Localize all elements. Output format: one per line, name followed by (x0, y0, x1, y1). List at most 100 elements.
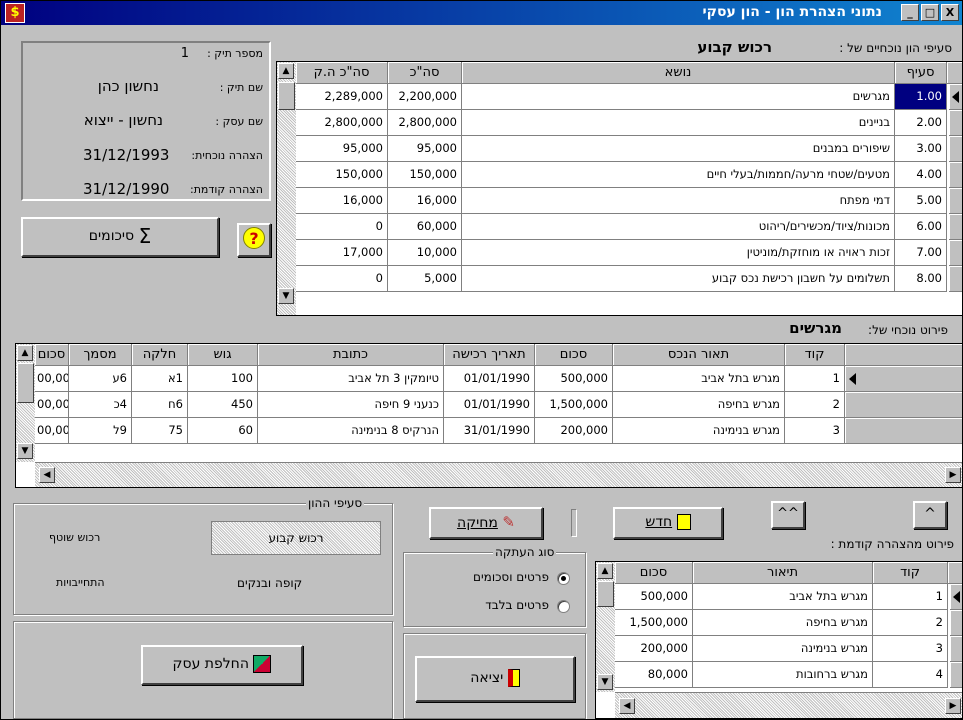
cell-code[interactable]: 1.00 (895, 84, 947, 110)
detail-table[interactable]: ▲ ▼ סכום מסמך חלקה גוש כתובת תאריך רכישה… (15, 343, 962, 488)
cell-subject[interactable]: מכונות/ציוד/מכשירים/ריהוט (462, 214, 895, 240)
scroll-thumb[interactable] (278, 82, 295, 110)
cell-total[interactable]: 60,000 (388, 214, 462, 240)
radio-details-only-label[interactable]: פרטים בלבד (485, 598, 549, 612)
row-selector[interactable] (949, 188, 962, 214)
cell-purchase-date[interactable]: 01/01/1990 (444, 366, 535, 392)
cell-total-prev[interactable]: 16,000 (296, 188, 388, 214)
row-selector[interactable] (949, 240, 962, 266)
cell-amount[interactable]: 200,000 (615, 636, 693, 662)
cell-code[interactable]: 6.00 (895, 214, 947, 240)
row-selector[interactable] (950, 662, 962, 688)
cell-block[interactable]: 100 (188, 366, 258, 392)
col-amount[interactable]: סכום (615, 562, 693, 584)
cell-total-prev[interactable]: 0 (296, 266, 388, 292)
col-amount[interactable]: סכום (535, 344, 613, 366)
minimize-button[interactable]: _ (901, 4, 919, 21)
cell-document[interactable]: 4כ (69, 392, 132, 418)
row-selector[interactable] (845, 392, 962, 418)
col-purchase-date[interactable]: תאריך רכישה (444, 344, 535, 366)
summary-button[interactable]: Σ סיכומים (21, 217, 219, 257)
prev-detail-vscroll[interactable]: ▲ ▼ (596, 562, 615, 692)
col-total[interactable]: סה"כ (388, 62, 462, 84)
exit-button[interactable]: יציאה (415, 656, 575, 702)
col-code[interactable]: סעיף (895, 62, 947, 84)
cell-asset-desc[interactable]: מגרש בתל אביב (613, 366, 785, 392)
cell-code[interactable]: 3 (785, 418, 845, 444)
app-icon[interactable]: $ (5, 3, 25, 23)
col-parcel[interactable]: חלקה (132, 344, 188, 366)
scroll-left-icon[interactable]: ◀ (39, 467, 55, 483)
cell-code[interactable]: 1 (873, 584, 948, 610)
maximize-button[interactable]: □ (921, 4, 939, 21)
scroll-thumb[interactable] (597, 581, 614, 607)
cell-code[interactable]: 2 (873, 610, 948, 636)
capital-item-liabilities[interactable]: התחייבויות (56, 576, 105, 589)
cell-total[interactable]: 150,000 (388, 162, 462, 188)
scroll-down-icon[interactable]: ▼ (278, 288, 294, 304)
cell-subject[interactable]: שיפורים במבנים (462, 136, 895, 162)
cell-subject[interactable]: מטעים/שטחי מרעה/חממות/בעלי חיים (462, 162, 895, 188)
cell-description[interactable]: מגרש בחיפה (693, 610, 873, 636)
col-block[interactable]: גוש (188, 344, 258, 366)
capital-item-cash-banks[interactable]: קופה ובנקים (237, 576, 302, 590)
cell-description[interactable]: מגרש בתל אביב (693, 584, 873, 610)
cell-code[interactable]: 5.00 (895, 188, 947, 214)
col-subject[interactable]: נושא (462, 62, 895, 84)
cell-total[interactable]: 10,000 (388, 240, 462, 266)
cell-amount-2[interactable]: 00,000 (35, 366, 69, 392)
cell-amount-2[interactable]: 00,000 (35, 392, 69, 418)
cell-asset-desc[interactable]: מגרש בנימינה (613, 418, 785, 444)
row-selector[interactable] (949, 136, 962, 162)
cell-parcel[interactable]: 6ח (132, 392, 188, 418)
prev-detail-table[interactable]: ▲ ▼ סכום תיאור קוד 500,000 מגרש בתל אביב 1… (595, 561, 962, 719)
col-code[interactable]: קוד (873, 562, 948, 584)
cell-total[interactable]: 2,800,000 (388, 110, 462, 136)
radio-details-only[interactable] (557, 600, 570, 613)
cell-code[interactable]: 1 (785, 366, 845, 392)
col-amount-2[interactable]: סכום (35, 344, 69, 366)
cell-subject[interactable]: מגרשים (462, 84, 895, 110)
capital-item-current-assets[interactable]: רכוש שוטף (49, 531, 100, 544)
cell-total-prev[interactable]: 2,800,000 (296, 110, 388, 136)
cell-total-prev[interactable]: 150,000 (296, 162, 388, 188)
row-selector[interactable] (949, 214, 962, 240)
cell-code[interactable]: 7.00 (895, 240, 947, 266)
prev-detail-hscroll[interactable]: ◀ ▶ (615, 692, 962, 718)
scroll-up-icon[interactable]: ▲ (17, 345, 33, 361)
row-selector[interactable] (949, 266, 962, 292)
cell-total-prev[interactable]: 17,000 (296, 240, 388, 266)
cell-amount-2[interactable]: 00,000 (35, 418, 69, 444)
col-description[interactable]: תיאור (693, 562, 873, 584)
switch-business-button[interactable]: החלפת עסק (141, 645, 303, 685)
row-selector[interactable] (950, 636, 962, 662)
scroll-left-icon[interactable]: ◀ (619, 698, 635, 714)
row-selector[interactable] (949, 84, 962, 110)
cell-block[interactable]: 450 (188, 392, 258, 418)
cell-amount[interactable]: 500,000 (535, 366, 613, 392)
row-selector[interactable] (845, 418, 962, 444)
cell-total[interactable]: 95,000 (388, 136, 462, 162)
col-document[interactable]: מסמך (69, 344, 132, 366)
assets-table[interactable]: ▲ ▼ סה"כ ה.ק סה"כ נושא סעיף 2,289,000 2,2… (276, 61, 962, 316)
cell-purchase-date[interactable]: 01/01/1990 (444, 392, 535, 418)
new-button[interactable]: חדש (613, 507, 723, 539)
cell-document[interactable]: 6ע (69, 366, 132, 392)
cell-purchase-date[interactable]: 31/01/1990 (444, 418, 535, 444)
cell-description[interactable]: מגרש ברחובות (693, 662, 873, 688)
cell-code[interactable]: 3.00 (895, 136, 947, 162)
cell-code[interactable]: 8.00 (895, 266, 947, 292)
scroll-down-icon[interactable]: ▼ (597, 674, 613, 690)
close-button[interactable]: X (941, 4, 959, 21)
cell-document[interactable]: 9ל (69, 418, 132, 444)
row-selector[interactable] (950, 584, 962, 610)
scroll-up-icon[interactable]: ▲ (278, 63, 294, 79)
scroll-right-icon[interactable]: ▶ (945, 698, 961, 714)
scroll-right-icon[interactable]: ▶ (945, 467, 961, 483)
cell-address[interactable]: טיומקין 3 תל אביב (258, 366, 444, 392)
cell-code[interactable]: 2 (785, 392, 845, 418)
cell-total-prev[interactable]: 2,289,000 (296, 84, 388, 110)
cell-block[interactable]: 60 (188, 418, 258, 444)
cell-total[interactable]: 5,000 (388, 266, 462, 292)
cell-subject[interactable]: דמי מפתח (462, 188, 895, 214)
